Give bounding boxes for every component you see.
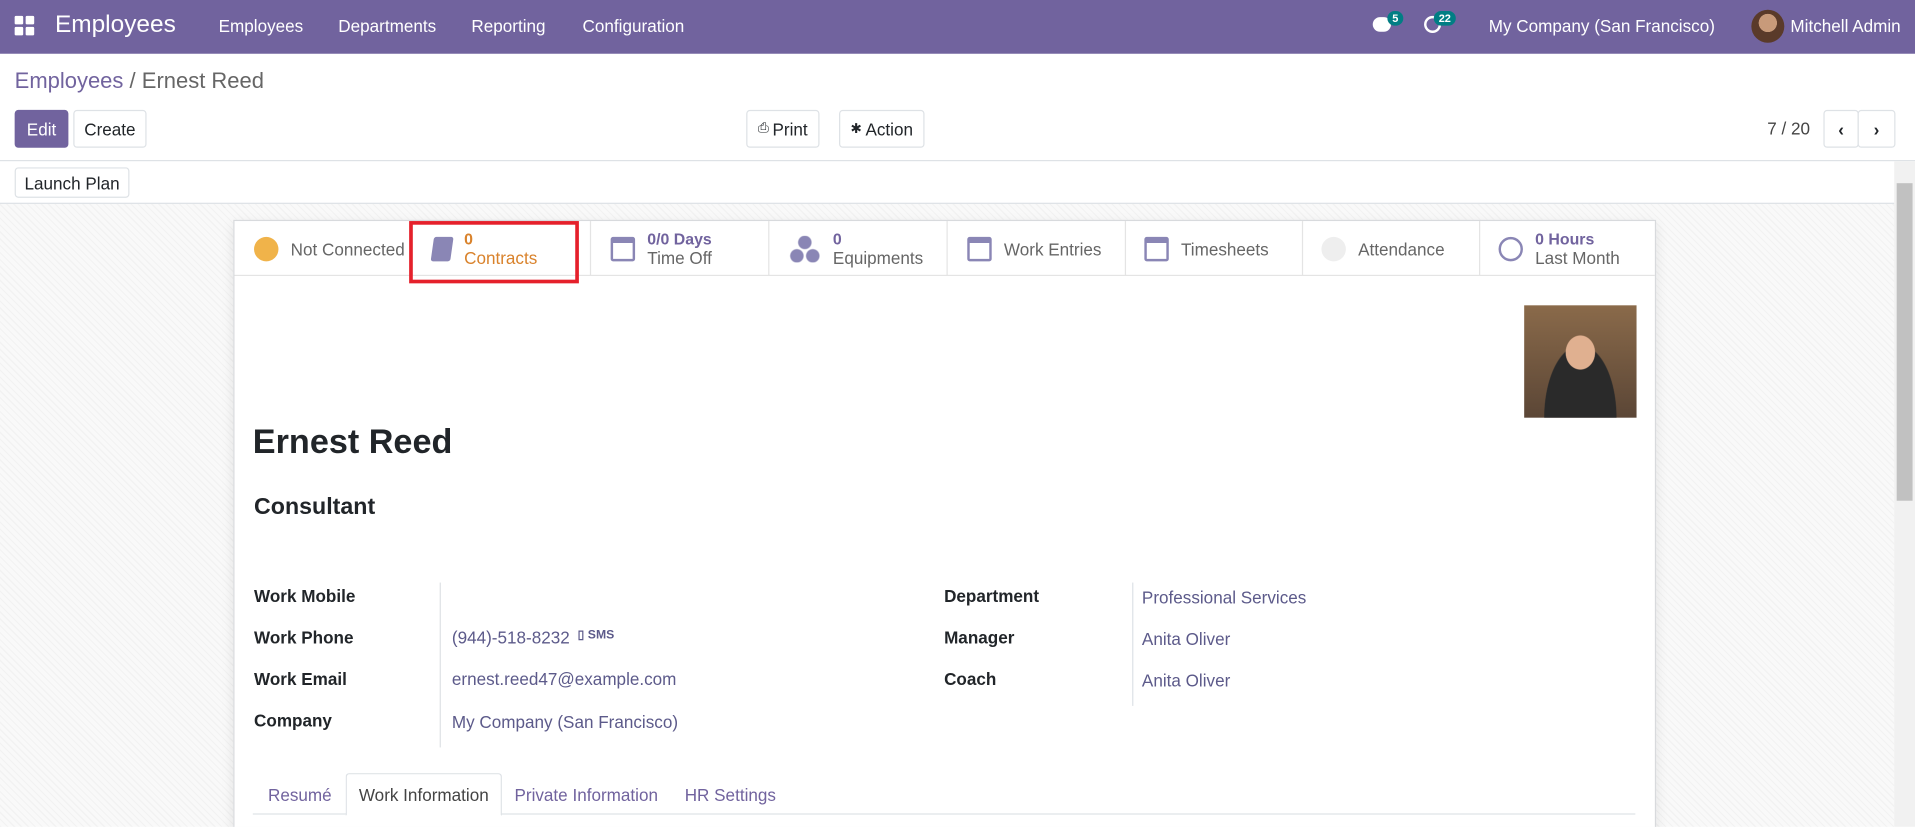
hours-value: 0 Hours	[1535, 229, 1595, 248]
messages-badge: 5	[1387, 10, 1404, 26]
tab-work-information[interactable]: Work Information	[345, 773, 502, 816]
cubes-icon	[788, 235, 821, 262]
print-icon: ⎙	[758, 120, 769, 136]
mobile-icon: ▯	[577, 628, 585, 643]
tab-private-information[interactable]: Private Information	[502, 773, 671, 816]
contracts-highlight-box	[409, 221, 579, 284]
top-navbar: Employees Employees Departments Reportin…	[0, 0, 1915, 54]
status-dot-icon	[254, 236, 279, 261]
coach-label: Coach	[944, 669, 997, 689]
tab-hr-settings[interactable]: HR Settings	[670, 773, 790, 816]
print-label: Print	[772, 119, 808, 139]
edit-button[interactable]: Edit	[14, 109, 69, 148]
sms-label: SMS	[587, 628, 615, 643]
time-off-button[interactable]: 0/0 Days Time Off	[591, 221, 770, 277]
manager-field[interactable]: Anita Oliver	[1142, 629, 1230, 649]
sms-button[interactable]: ▯ SMS	[578, 629, 615, 642]
menu-employees[interactable]: Employees	[219, 16, 304, 36]
company-label: Company	[254, 710, 332, 731]
attendance-dot-icon	[1321, 236, 1346, 261]
company-switcher[interactable]: My Company (San Francisco)	[1489, 16, 1715, 36]
im-status-button[interactable]: Not Connected	[234, 221, 413, 277]
pager-value[interactable]: 7 / 20	[1767, 118, 1810, 138]
work-mobile-label: Work Mobile	[254, 586, 356, 606]
pager-next-button[interactable]: ›	[1857, 109, 1896, 148]
im-status-label: Not Connected	[290, 238, 405, 259]
gear-icon: ✱	[850, 122, 862, 137]
time-off-label: Time Off	[647, 247, 712, 268]
equipments-count: 0	[832, 229, 842, 248]
timesheets-label: Timesheets	[1180, 238, 1269, 259]
apps-menu-icon[interactable]	[14, 15, 35, 36]
work-phone-field[interactable]: (944)-518-8232	[452, 628, 570, 648]
equipments-label: Equipments	[832, 247, 924, 268]
create-button[interactable]: Create	[73, 109, 147, 148]
form-sheet: Not Connected 0 Contracts 0/0 Days Time Of…	[233, 219, 1657, 827]
launch-plan-button[interactable]: Launch Plan	[14, 167, 130, 198]
work-entries-label: Work Entries	[1003, 238, 1102, 259]
work-email-label: Work Email	[254, 669, 347, 689]
manager-label: Manager	[944, 627, 1015, 648]
scrollbar-thumb[interactable]	[1896, 183, 1913, 501]
equipments-button[interactable]: 0 Equipments	[769, 221, 948, 277]
calendar-icon	[967, 236, 992, 261]
breadcrumb-employees[interactable]: Employees	[15, 68, 124, 92]
time-off-value: 0/0 Days	[647, 229, 712, 248]
hours-label: Last Month	[1535, 247, 1620, 268]
activities-badge: 22	[1433, 10, 1456, 26]
pager-previous-button[interactable]: ‹	[1823, 109, 1859, 148]
user-avatar[interactable]	[1751, 9, 1785, 43]
company-field[interactable]: My Company (San Francisco)	[452, 712, 678, 732]
timesheets-button[interactable]: Timesheets	[1125, 221, 1304, 277]
coach-field[interactable]: Anita Oliver	[1142, 670, 1230, 690]
app-title[interactable]: Employees	[55, 11, 176, 39]
breadcrumb-current: Ernest Reed	[141, 68, 264, 93]
department-label: Department	[944, 586, 1040, 606]
department-field[interactable]: Professional Services	[1142, 587, 1306, 607]
work-entries-button[interactable]: Work Entries	[948, 221, 1127, 277]
calendar-icon	[1144, 236, 1169, 261]
job-title[interactable]: Consultant	[254, 495, 375, 522]
divider	[0, 159, 1915, 162]
action-button[interactable]: ✱ Action	[839, 109, 925, 148]
work-phone-label: Work Phone	[254, 627, 354, 648]
scrollbar[interactable]	[1894, 161, 1915, 827]
menu-reporting[interactable]: Reporting	[471, 16, 545, 36]
employee-name[interactable]: Ernest Reed	[253, 423, 453, 462]
action-label: Action	[865, 119, 913, 139]
menu-departments[interactable]: Departments	[338, 16, 436, 36]
employee-photo[interactable]	[1524, 305, 1637, 418]
calendar-icon	[610, 236, 636, 261]
clock-icon	[1498, 236, 1523, 261]
print-button[interactable]: ⎙ Print	[746, 109, 820, 148]
work-email-field[interactable]: ernest.reed47@example.com	[452, 669, 677, 689]
tab-resume[interactable]: Resumé	[254, 773, 346, 816]
breadcrumb: Employees / Ernest Reed	[15, 68, 264, 94]
breadcrumb-separator: /	[129, 68, 136, 93]
user-menu[interactable]: Mitchell Admin	[1790, 16, 1900, 36]
last-month-hours-button[interactable]: 0 Hours Last Month	[1479, 221, 1657, 276]
attendance-button[interactable]: Attendance	[1302, 221, 1481, 277]
menu-configuration[interactable]: Configuration	[583, 16, 685, 36]
attendance-label: Attendance	[1358, 238, 1445, 259]
